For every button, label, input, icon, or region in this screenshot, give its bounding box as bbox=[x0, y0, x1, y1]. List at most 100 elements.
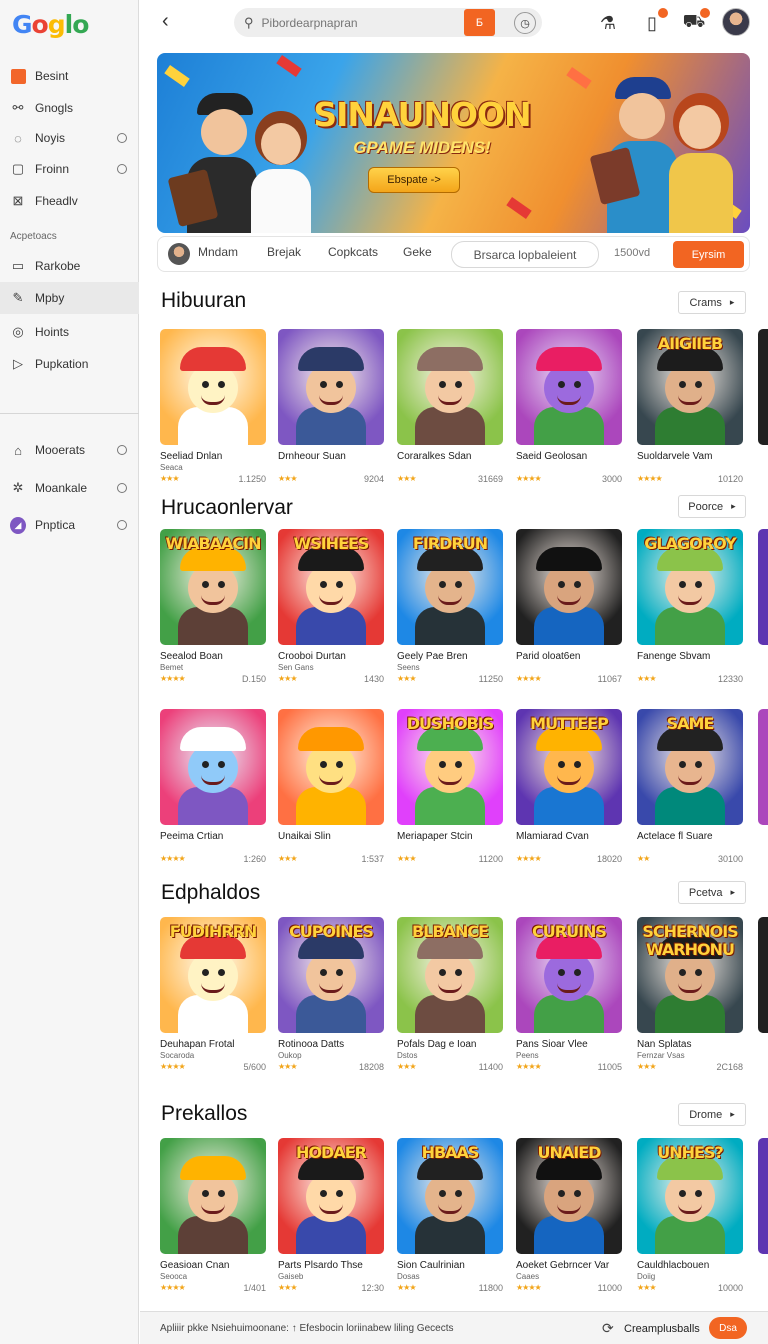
game-thumbnail[interactable]: FIRDRUN bbox=[397, 529, 503, 645]
game-thumbnail[interactable]: DUSHOBIS bbox=[397, 709, 503, 825]
game-card[interactable]: SAME Actelace fl Suare ★★ 30100 bbox=[637, 709, 743, 864]
filter-chip[interactable]: Copkcats bbox=[328, 245, 378, 259]
game-card[interactable]: Geasioan Cnan Seooca ★★★★ 1/401 bbox=[160, 1138, 266, 1293]
sidebar-item-mpby[interactable]: ✎ Mpby bbox=[0, 282, 139, 314]
filter-pill[interactable]: Brsarca lopbaleient bbox=[451, 241, 599, 268]
game-card[interactable]: FUDIHRRN Deuhapan Frotal Socaroda ★★★★ 5/600 bbox=[160, 917, 266, 1072]
bookmark-icon[interactable]: ▯ bbox=[639, 8, 668, 36]
radio-button[interactable] bbox=[117, 520, 127, 530]
search-button[interactable]: Б bbox=[464, 9, 495, 36]
game-thumbnail[interactable]: AIIGIIEB bbox=[637, 329, 743, 445]
google-logo[interactable]: Goglo bbox=[12, 10, 89, 39]
game-thumbnail[interactable] bbox=[160, 1138, 266, 1254]
game-card[interactable]: CUPOINES Rotinooa Datts Oukop ★★★ 18208 bbox=[278, 917, 384, 1072]
sidebar-item-hoints[interactable]: ◎ Hoints bbox=[0, 316, 139, 348]
flask-icon[interactable]: ⚗ bbox=[595, 10, 621, 36]
game-card-peek[interactable] bbox=[758, 329, 768, 445]
game-card[interactable]: DUSHOBIS Meriapaper Stcin ★★★ 11200 bbox=[397, 709, 503, 864]
game-thumbnail[interactable] bbox=[397, 329, 503, 445]
game-card[interactable]: HBAAS Sion Caulrinian Dosas ★★★ 11800 bbox=[397, 1138, 503, 1293]
refresh-icon[interactable]: ⟳ bbox=[602, 1320, 614, 1337]
game-thumbnail[interactable]: MUTTEEP bbox=[516, 709, 622, 825]
section-more-button[interactable]: Poorce ▸ bbox=[678, 495, 746, 518]
section-more-button[interactable]: Drome ▸ bbox=[678, 1103, 746, 1126]
game-thumbnail[interactable] bbox=[516, 329, 622, 445]
game-thumbnail[interactable]: HBAAS bbox=[397, 1138, 503, 1254]
game-thumbnail[interactable]: GLAGOROY bbox=[637, 529, 743, 645]
filter-chip[interactable]: Mndam bbox=[198, 245, 238, 259]
sidebar-item-mooerats[interactable]: ⌂ Mooerats bbox=[0, 434, 139, 466]
sidebar-item-fheadlv[interactable]: ⊠ Fheadlv bbox=[0, 185, 139, 217]
game-thumbnail[interactable] bbox=[278, 329, 384, 445]
sidebar-item-pnptica[interactable]: ◢ Pnptica bbox=[0, 509, 139, 541]
clock-icon[interactable]: ◷ bbox=[514, 12, 536, 34]
footer-link[interactable]: Creamplusballs bbox=[624, 1323, 700, 1335]
radio-button[interactable] bbox=[117, 164, 127, 174]
game-thumbnail[interactable] bbox=[160, 709, 266, 825]
game-thumbnail[interactable] bbox=[516, 529, 622, 645]
sidebar-item-noyis[interactable]: ◌ Noyis bbox=[0, 122, 139, 154]
game-thumbnail[interactable]: CUPOINES bbox=[278, 917, 384, 1033]
game-card-peek[interactable] bbox=[758, 917, 768, 1033]
game-card[interactable]: WIABAACIN Seealod Boan Bemet ★★★★ D.150 bbox=[160, 529, 266, 684]
game-thumbnail[interactable]: FUDIHRRN bbox=[160, 917, 266, 1033]
game-thumbnail[interactable]: UNAIED bbox=[516, 1138, 622, 1254]
section-more-button[interactable]: Crams ▸ bbox=[678, 291, 746, 314]
sidebar-item-moankale[interactable]: ✲ Moankale bbox=[0, 472, 139, 504]
footer-button[interactable]: Dsa bbox=[709, 1317, 747, 1339]
game-card[interactable]: Peeima Crtian ★★★★ 1:260 bbox=[160, 709, 266, 864]
sidebar-item-pupkation[interactable]: ▷ Pupkation bbox=[0, 348, 139, 380]
radio-button[interactable] bbox=[117, 133, 127, 143]
cart-icon[interactable]: ⛟ bbox=[681, 8, 710, 36]
filter-chip[interactable]: Geke bbox=[403, 245, 432, 259]
game-card[interactable]: CURUINS Pans Sioar Vlee Peens ★★★★ 11005 bbox=[516, 917, 622, 1072]
game-thumbnail[interactable] bbox=[278, 709, 384, 825]
sidebar-item-froinn[interactable]: ▢ Froinn bbox=[0, 153, 139, 185]
avatar[interactable] bbox=[722, 8, 750, 36]
sidebar-item-rarkobe[interactable]: ▭ Rarkobe bbox=[0, 250, 139, 282]
filter-chip[interactable]: Brejak bbox=[267, 245, 301, 259]
filter-action-button[interactable]: Eyrsim bbox=[673, 241, 744, 268]
hero-cta-button[interactable]: Ebspate -> bbox=[368, 167, 460, 193]
game-thumbnail[interactable]: SAME bbox=[637, 709, 743, 825]
game-card[interactable]: WSIHEES Crooboi Durtan Sen Gans ★★★ 1430 bbox=[278, 529, 384, 684]
search-input[interactable] bbox=[261, 15, 462, 30]
back-icon[interactable]: ‹ bbox=[162, 10, 169, 33]
sidebar-item-besint[interactable]: Besint bbox=[0, 60, 139, 92]
game-thumbnail[interactable]: WSIHEES bbox=[278, 529, 384, 645]
rating-stars: ★★★★ bbox=[516, 1283, 542, 1292]
hero-banner[interactable]: SINAUNOON GPAME MIDENS! Ebspate -> bbox=[157, 53, 750, 233]
radio-button[interactable] bbox=[117, 445, 127, 455]
game-thumbnail[interactable]: BLBANCE bbox=[397, 917, 503, 1033]
game-card[interactable]: UNHES? Cauldhlacbouen Doiig ★★★ 10000 bbox=[637, 1138, 743, 1293]
game-thumbnail[interactable]: SCHERNOIS WARHONU bbox=[637, 917, 743, 1033]
game-thumbnail[interactable]: CURUINS bbox=[516, 917, 622, 1033]
game-card[interactable]: SCHERNOIS WARHONU Nan Splatas Fernzar Vsas… bbox=[637, 917, 743, 1072]
section-more-button[interactable]: Pcetva ▸ bbox=[678, 881, 746, 904]
avatar[interactable] bbox=[168, 243, 190, 265]
game-card-peek[interactable] bbox=[758, 529, 768, 645]
game-title: Suoldarvele Vam bbox=[637, 451, 713, 462]
sidebar-item-gnogls[interactable]: ⚯ Gnogls bbox=[0, 92, 139, 124]
game-card[interactable]: HODAER Parts Plsardo Thse Gaiseb ★★★ 12:30 bbox=[278, 1138, 384, 1293]
game-thumbnail[interactable]: WIABAACIN bbox=[160, 529, 266, 645]
game-card[interactable]: Parid oloat6en ★★★★ 11067 bbox=[516, 529, 622, 684]
game-card[interactable]: BLBANCE Pofals Dag e Ioan Dstos ★★★ 11400 bbox=[397, 917, 503, 1072]
game-card[interactable]: UNAIED Aoeket Gebrncer Var Caaes ★★★★ 11000 bbox=[516, 1138, 622, 1293]
game-card[interactable]: Coraralkes Sdan ★★★ 31669 bbox=[397, 329, 503, 484]
game-card-peek[interactable] bbox=[758, 709, 768, 825]
game-card[interactable]: MUTTEEP Mlamiarad Cvan ★★★★ 18020 bbox=[516, 709, 622, 864]
game-card[interactable]: Drnheour Suan ★★★ 9204 bbox=[278, 329, 384, 484]
game-thumbnail[interactable]: UNHES? bbox=[637, 1138, 743, 1254]
game-card[interactable]: GLAGOROY Fanenge Sbvam ★★★ 12330 bbox=[637, 529, 743, 684]
game-card[interactable]: AIIGIIEB Suoldarvele Vam ★★★★ 10120 bbox=[637, 329, 743, 484]
radio-button[interactable] bbox=[117, 483, 127, 493]
game-thumbnail[interactable] bbox=[160, 329, 266, 445]
game-thumbnail[interactable]: HODAER bbox=[278, 1138, 384, 1254]
game-card-peek[interactable] bbox=[758, 1138, 768, 1254]
game-thumbnail-title: MUTTEEP bbox=[530, 714, 609, 733]
game-card[interactable]: Saeid Geolosan ★★★★ 3000 bbox=[516, 329, 622, 484]
game-card[interactable]: Unaikai Slin ★★★ 1:537 bbox=[278, 709, 384, 864]
game-card[interactable]: FIRDRUN Geely Pae Bren Seens ★★★ 11250 bbox=[397, 529, 503, 684]
game-card[interactable]: Seeliad Dnlan Seaca ★★★ 1.1250 bbox=[160, 329, 266, 484]
